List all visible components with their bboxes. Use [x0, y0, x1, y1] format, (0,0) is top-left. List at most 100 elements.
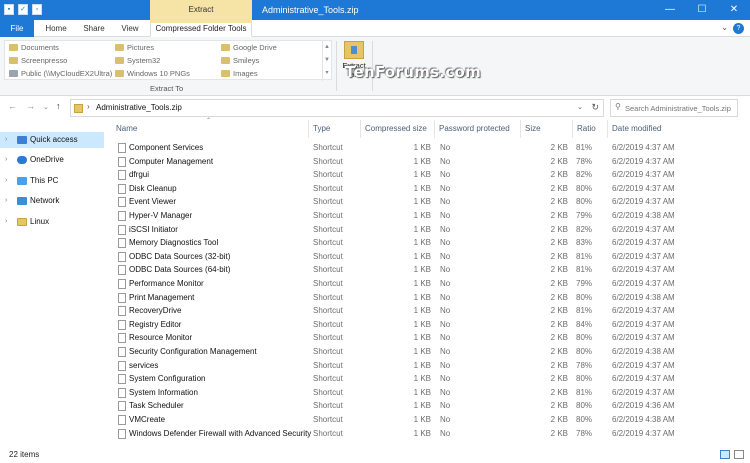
column-header-compressed-size[interactable]: Compressed size: [361, 120, 435, 138]
table-row[interactable]: Memory Diagnostics Tool Shortcut 1 KB No 2 K…: [108, 236, 748, 250]
folder-icon: [221, 57, 230, 64]
table-row[interactable]: Component Services Shortcut 1 KB No 2 KB 81% 6…: [108, 141, 748, 155]
table-row[interactable]: System Configuration Shortcut 1 KB No 2 KB 80…: [108, 372, 748, 386]
file-compressed-size: 1 KB: [413, 183, 431, 193]
table-row[interactable]: services Shortcut 1 KB No 2 KB 78% 6/2/2019 4:…: [108, 359, 748, 373]
shortcut-file-icon: [118, 265, 126, 276]
chevron-up-icon[interactable]: ▲: [323, 41, 331, 54]
table-row[interactable]: ODBC Data Sources (32-bit) Shortcut 1 KB No…: [108, 250, 748, 264]
table-row[interactable]: RecoveryDrive Shortcut 1 KB No 2 KB 81% 6/2/20…: [108, 304, 748, 318]
nav-item-linux[interactable]: › Linux: [0, 214, 104, 230]
tab-file[interactable]: File: [0, 20, 34, 37]
gallery-item[interactable]: Public (\\MyCloudEX2Ultra): [7, 67, 112, 80]
chevron-down-icon[interactable]: ▼: [323, 54, 331, 67]
column-header-type[interactable]: Type: [309, 120, 361, 138]
gallery-item[interactable]: Windows 10 PNGs: [113, 67, 190, 80]
table-row[interactable]: ODBC Data Sources (64-bit) Shortcut 1 KB No…: [108, 263, 748, 277]
help-icon[interactable]: ?: [733, 23, 744, 34]
nav-item-quick-access[interactable]: › Quick access: [0, 132, 104, 148]
tab-compressed-folder-tools[interactable]: Compressed Folder Tools: [150, 20, 252, 37]
breadcrumb[interactable]: Administrative_Tools.zip: [96, 103, 182, 112]
forward-arrow-icon[interactable]: →: [26, 101, 35, 111]
minimize-button[interactable]: —: [654, 0, 686, 20]
address-dropdown-icon[interactable]: ⌄: [577, 103, 583, 111]
file-size: 2 KB: [550, 374, 568, 384]
table-row[interactable]: Resource Monitor Shortcut 1 KB No 2 KB 80% 6/2…: [108, 331, 748, 345]
refresh-icon[interactable]: ↻: [591, 102, 599, 113]
address-bar[interactable]: › Administrative_Tools.zip ⌄ ↻: [70, 99, 604, 117]
column-header-size[interactable]: Size: [521, 120, 573, 138]
column-header-name[interactable]: Name: [112, 120, 309, 138]
table-row[interactable]: Print Management Shortcut 1 KB No 2 KB 80% 6/2…: [108, 291, 748, 305]
chevron-right-icon[interactable]: ›: [5, 173, 7, 189]
chevron-right-icon[interactable]: ›: [5, 132, 7, 148]
gallery-item[interactable]: Smileys: [219, 54, 259, 67]
file-size: 2 KB: [550, 156, 568, 166]
tab-share[interactable]: Share: [76, 20, 112, 37]
table-row[interactable]: System Information Shortcut 1 KB No 2 KB 81% 6…: [108, 386, 748, 400]
gallery-more-icon[interactable]: ▾: [323, 67, 331, 80]
back-arrow-icon[interactable]: ←: [8, 101, 17, 111]
nav-item-onedrive[interactable]: › OneDrive: [0, 152, 104, 168]
gallery-item[interactable]: Pictures: [113, 41, 154, 54]
gallery-item[interactable]: Documents: [7, 41, 59, 54]
file-date-modified: 6/2/2019 4:37 AM: [612, 183, 675, 193]
up-arrow-icon[interactable]: ↑: [56, 101, 61, 111]
folder-icon: [9, 44, 18, 51]
table-row[interactable]: Security Configuration Management Shortcu…: [108, 345, 748, 359]
chevron-right-icon[interactable]: ›: [5, 214, 7, 230]
table-row[interactable]: Computer Management Shortcut 1 KB No 2 KB 78%…: [108, 155, 748, 169]
file-name: Performance Monitor: [129, 279, 204, 288]
file-compressed-size: 1 KB: [413, 251, 431, 261]
gallery-item[interactable]: Google Drive: [219, 41, 277, 54]
gallery-scrollbar[interactable]: ▲ ▼ ▾: [322, 41, 331, 81]
nav-item-this-pc[interactable]: › This PC: [0, 173, 104, 189]
breadcrumb-separator-icon[interactable]: ›: [87, 102, 90, 111]
file-size: 2 KB: [550, 183, 568, 193]
table-row[interactable]: Performance Monitor Shortcut 1 KB No 2 KB 79%…: [108, 277, 748, 291]
table-row[interactable]: iSCSI Initiator Shortcut 1 KB No 2 KB 82% 6/2/…: [108, 223, 748, 237]
chevron-right-icon[interactable]: ›: [5, 193, 7, 209]
gallery-item[interactable]: Images: [219, 67, 258, 80]
tab-home[interactable]: Home: [36, 20, 76, 37]
tab-view[interactable]: View: [112, 20, 148, 37]
table-row[interactable]: Windows Defender Firewall with Advanced …: [108, 427, 748, 441]
recent-locations-icon[interactable]: ⌄: [43, 103, 49, 111]
file-size: 2 KB: [550, 251, 568, 261]
file-size: 2 KB: [550, 333, 568, 343]
column-header-date-modified[interactable]: Date modified: [608, 120, 698, 138]
search-box[interactable]: ⚲: [610, 99, 738, 117]
title-bar: ▪ ✓ ▫ Extract Administrative_Tools.zip —…: [0, 0, 750, 20]
details-view-icon[interactable]: [720, 450, 730, 459]
gallery-item[interactable]: System32: [113, 54, 160, 67]
new-folder-icon[interactable]: ▫: [32, 4, 42, 15]
app-icon[interactable]: ▪: [4, 4, 14, 15]
properties-icon[interactable]: ✓: [18, 4, 28, 15]
column-header-ratio[interactable]: Ratio: [573, 120, 608, 138]
shortcut-file-icon: [118, 333, 126, 344]
table-row[interactable]: Event Viewer Shortcut 1 KB No 2 KB 80% 6/2/201…: [108, 195, 748, 209]
table-row[interactable]: Hyper-V Manager Shortcut 1 KB No 2 KB 79% 6/2/…: [108, 209, 748, 223]
folder-icon: [115, 70, 124, 77]
file-size: 2 KB: [550, 238, 568, 248]
nav-item-network[interactable]: › Network: [0, 193, 104, 209]
maximize-button[interactable]: ☐: [686, 0, 718, 20]
table-row[interactable]: dfrgui Shortcut 1 KB No 2 KB 82% 6/2/2019 4:37…: [108, 168, 748, 182]
status-bar: 22 items: [0, 447, 750, 463]
gallery-item[interactable]: Screenpresso: [7, 54, 67, 67]
ribbon-collapse-icon[interactable]: ⌄: [721, 23, 728, 32]
file-type: Shortcut: [313, 319, 343, 329]
chevron-right-icon[interactable]: ›: [5, 152, 7, 168]
file-date-modified: 6/2/2019 4:37 AM: [612, 238, 675, 248]
large-icons-view-icon[interactable]: [734, 450, 744, 459]
file-compressed-size: 1 KB: [413, 319, 431, 329]
search-input[interactable]: [625, 101, 737, 115]
file-password-protected: No: [440, 238, 451, 248]
close-button[interactable]: ✕: [718, 0, 750, 20]
column-header-password-protected[interactable]: Password protected: [435, 120, 521, 138]
shortcut-file-icon: [118, 360, 126, 371]
table-row[interactable]: Task Scheduler Shortcut 1 KB No 2 KB 80% 6/2/2…: [108, 399, 748, 413]
table-row[interactable]: VMCreate Shortcut 1 KB No 2 KB 80% 6/2/2019 4:…: [108, 413, 748, 427]
table-row[interactable]: Registry Editor Shortcut 1 KB No 2 KB 84% 6/2/…: [108, 318, 748, 332]
table-row[interactable]: Disk Cleanup Shortcut 1 KB No 2 KB 80% 6/2/201…: [108, 182, 748, 196]
